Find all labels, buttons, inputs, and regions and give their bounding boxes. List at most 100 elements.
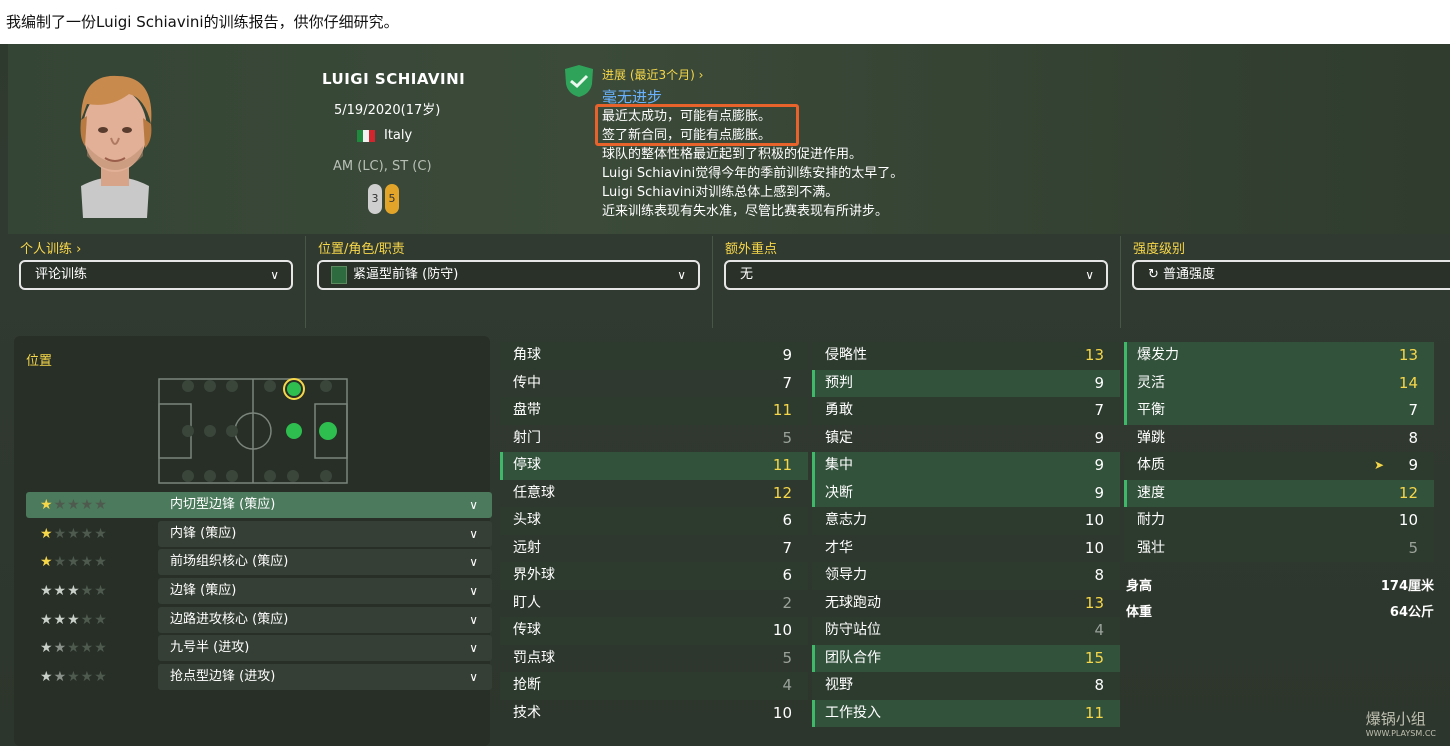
- player-positions: AM (LC), ST (C): [333, 159, 432, 174]
- attribute-name: 勇敢: [825, 402, 853, 418]
- watermark: 爆锅小组 WWW.PLAYSM.CC: [1366, 708, 1436, 738]
- left-foot-rating: 3: [368, 184, 382, 214]
- attribute-row: 侵略性 13: [812, 342, 1120, 370]
- attribute-row: 抢断 4: [500, 672, 808, 700]
- progress-link[interactable]: 进展 (最近3个月) ›: [602, 66, 703, 83]
- attribute-name: 平衡: [1137, 402, 1165, 418]
- attribute-name: 集中: [825, 457, 853, 473]
- attribute-row: 头球 6: [500, 507, 808, 535]
- attribute-name: 角球: [513, 347, 541, 363]
- attribute-name: 传中: [513, 374, 541, 391]
- refresh-icon: ↻: [1148, 267, 1159, 282]
- extra-focus-label: 额外重点: [725, 242, 778, 257]
- height-row: 身高 174厘米: [1124, 574, 1440, 600]
- rating-stars: ★★★★★: [40, 640, 108, 656]
- chevron-down-icon: ∨: [469, 670, 478, 684]
- attribute-value: 9: [1408, 456, 1418, 474]
- player-avatar: [80, 75, 152, 218]
- note-item: 球队的整体性格最近起到了积极的促进作用。: [602, 147, 863, 162]
- role-select[interactable]: 紧逼型前锋 (防守) ∨: [317, 260, 700, 290]
- player-name: LUIGI SCHIAVINI: [322, 70, 466, 88]
- note-item: 近来训练表现有失水准，尽管比赛表现有所讲步。: [602, 204, 889, 219]
- positions-panel: 位置 ★★★★★ 内切型边锋 (策应) ∨ ★★★★★ 内锋 (策应) ∨ ★★…: [14, 336, 492, 746]
- rating-stars: ★★★★★: [40, 612, 108, 628]
- attribute-value: 10: [772, 621, 792, 639]
- attribute-row: 强壮 5: [1124, 534, 1434, 562]
- role-row[interactable]: ★★★★★ 九号半 (进攻) ∨: [26, 635, 492, 661]
- attribute-row: 任意球 12: [500, 480, 808, 508]
- attribute-row: 勇敢 7: [812, 397, 1120, 425]
- role-row[interactable]: ★★★★★ 抢点型边锋 (进攻) ∨: [26, 664, 492, 690]
- attribute-value: 8: [1094, 566, 1104, 584]
- personal-training-label[interactable]: 个人训练 ›: [20, 238, 81, 257]
- pitch-diagram: [158, 378, 348, 484]
- technical-attributes: 角球 9 传中 7 盘带 11 射门 5 停球 11 任意球 12 头球 6 远射 7 界外球 6…: [500, 342, 808, 727]
- weight-row: 体重 64公斤: [1124, 600, 1440, 626]
- attribute-value: 13: [1084, 346, 1104, 364]
- attribute-value: 4: [782, 676, 792, 694]
- attribute-name: 弹跳: [1137, 429, 1165, 446]
- attribute-name: 罚点球: [513, 649, 555, 666]
- attribute-value: 8: [1408, 428, 1418, 447]
- role-row[interactable]: ★★★★★ 内锋 (策应) ∨: [26, 521, 492, 547]
- player-training-panel: LUIGI SCHIAVINI 5/19/2020(17岁) Italy AM …: [0, 44, 1450, 746]
- chevron-down-icon: ∨: [469, 555, 478, 569]
- intensity-value: 普通强度: [1163, 267, 1216, 282]
- attribute-value: 11: [1084, 703, 1104, 722]
- attribute-row: 体质 ➤ 9: [1124, 452, 1434, 480]
- attribute-value: 14: [1398, 373, 1418, 392]
- attribute-name: 领导力: [825, 567, 867, 583]
- attribute-value: 12: [1398, 483, 1418, 502]
- personal-training-select[interactable]: 评论训练 ∨: [19, 260, 293, 290]
- attribute-row: 角球 9: [500, 342, 808, 370]
- attribute-row: 无球跑动 13: [812, 590, 1120, 618]
- extra-focus-select[interactable]: 无 ∨: [724, 260, 1108, 290]
- role-row[interactable]: ★★★★★ 边路进攻核心 (策应) ∨: [26, 607, 492, 633]
- role-row[interactable]: ★★★★★ 内切型边锋 (策应) ∨: [26, 492, 492, 518]
- attribute-name: 预判: [825, 374, 853, 391]
- attribute-row: 盯人 2: [500, 590, 808, 618]
- chevron-down-icon: ∨: [469, 584, 478, 598]
- rating-stars: ★★★★★: [40, 583, 108, 599]
- attribute-value: 13: [1084, 593, 1104, 612]
- height-value: 174厘米: [1380, 579, 1434, 594]
- role-row[interactable]: ★★★★★ 边锋 (策应) ∨: [26, 578, 492, 604]
- attribute-name: 视野: [825, 677, 853, 693]
- attribute-name: 无球跑动: [825, 594, 881, 611]
- attribute-name: 侵略性: [825, 347, 867, 363]
- attribute-value: 5: [782, 648, 792, 667]
- attribute-value: 11: [772, 456, 792, 474]
- role-name: 边路进攻核心 (策应): [170, 612, 289, 627]
- attribute-row: 工作投入 11: [812, 699, 1120, 727]
- role-name: 内切型边锋 (策应): [170, 497, 276, 512]
- attribute-row: 集中 9: [812, 452, 1120, 480]
- arrow-up-icon: ➤: [1373, 458, 1384, 472]
- attribute-name: 意志力: [825, 512, 867, 528]
- chevron-down-icon: ∨: [469, 613, 478, 627]
- attribute-row: 盘带 11: [500, 397, 808, 425]
- attribute-value: 8: [1094, 676, 1104, 694]
- attribute-row: 视野 8: [812, 672, 1120, 700]
- role-row[interactable]: ★★★★★ 前场组织核心 (策应) ∨: [26, 549, 492, 575]
- attribute-name: 团队合作: [825, 649, 881, 666]
- attribute-value: 2: [782, 593, 792, 612]
- attribute-value: 10: [1084, 511, 1104, 529]
- attribute-value: 9: [1094, 483, 1104, 502]
- chevron-down-icon: ∨: [1085, 268, 1094, 282]
- attribute-row: 弹跳 8: [1124, 425, 1434, 453]
- body-info: 身高 174厘米 体重 64公斤: [1124, 574, 1440, 626]
- attribute-row: 远射 7: [500, 535, 808, 563]
- chevron-down-icon: ∨: [270, 268, 279, 282]
- chevron-down-icon: ∨: [677, 268, 686, 282]
- attribute-name: 盯人: [513, 594, 541, 611]
- physical-attributes: 爆发力 13 灵活 14 平衡 7 弹跳 8 体质 ➤ 9 速度 12 耐力 10 强壮 5: [1124, 342, 1434, 562]
- attribute-name: 技术: [513, 704, 541, 721]
- attribute-value: 9: [1094, 373, 1104, 392]
- attribute-row: 爆发力 13: [1124, 342, 1434, 370]
- attribute-row: 防守站位 4: [812, 617, 1120, 645]
- intensity-select[interactable]: ↻ 普通强度: [1132, 260, 1450, 290]
- weight-value: 64公斤: [1389, 605, 1434, 620]
- attribute-row: 传中 7: [500, 370, 808, 398]
- role-name: 抢点型边锋 (进攻): [170, 669, 276, 684]
- role-label: 位置/角色/职责: [318, 242, 405, 257]
